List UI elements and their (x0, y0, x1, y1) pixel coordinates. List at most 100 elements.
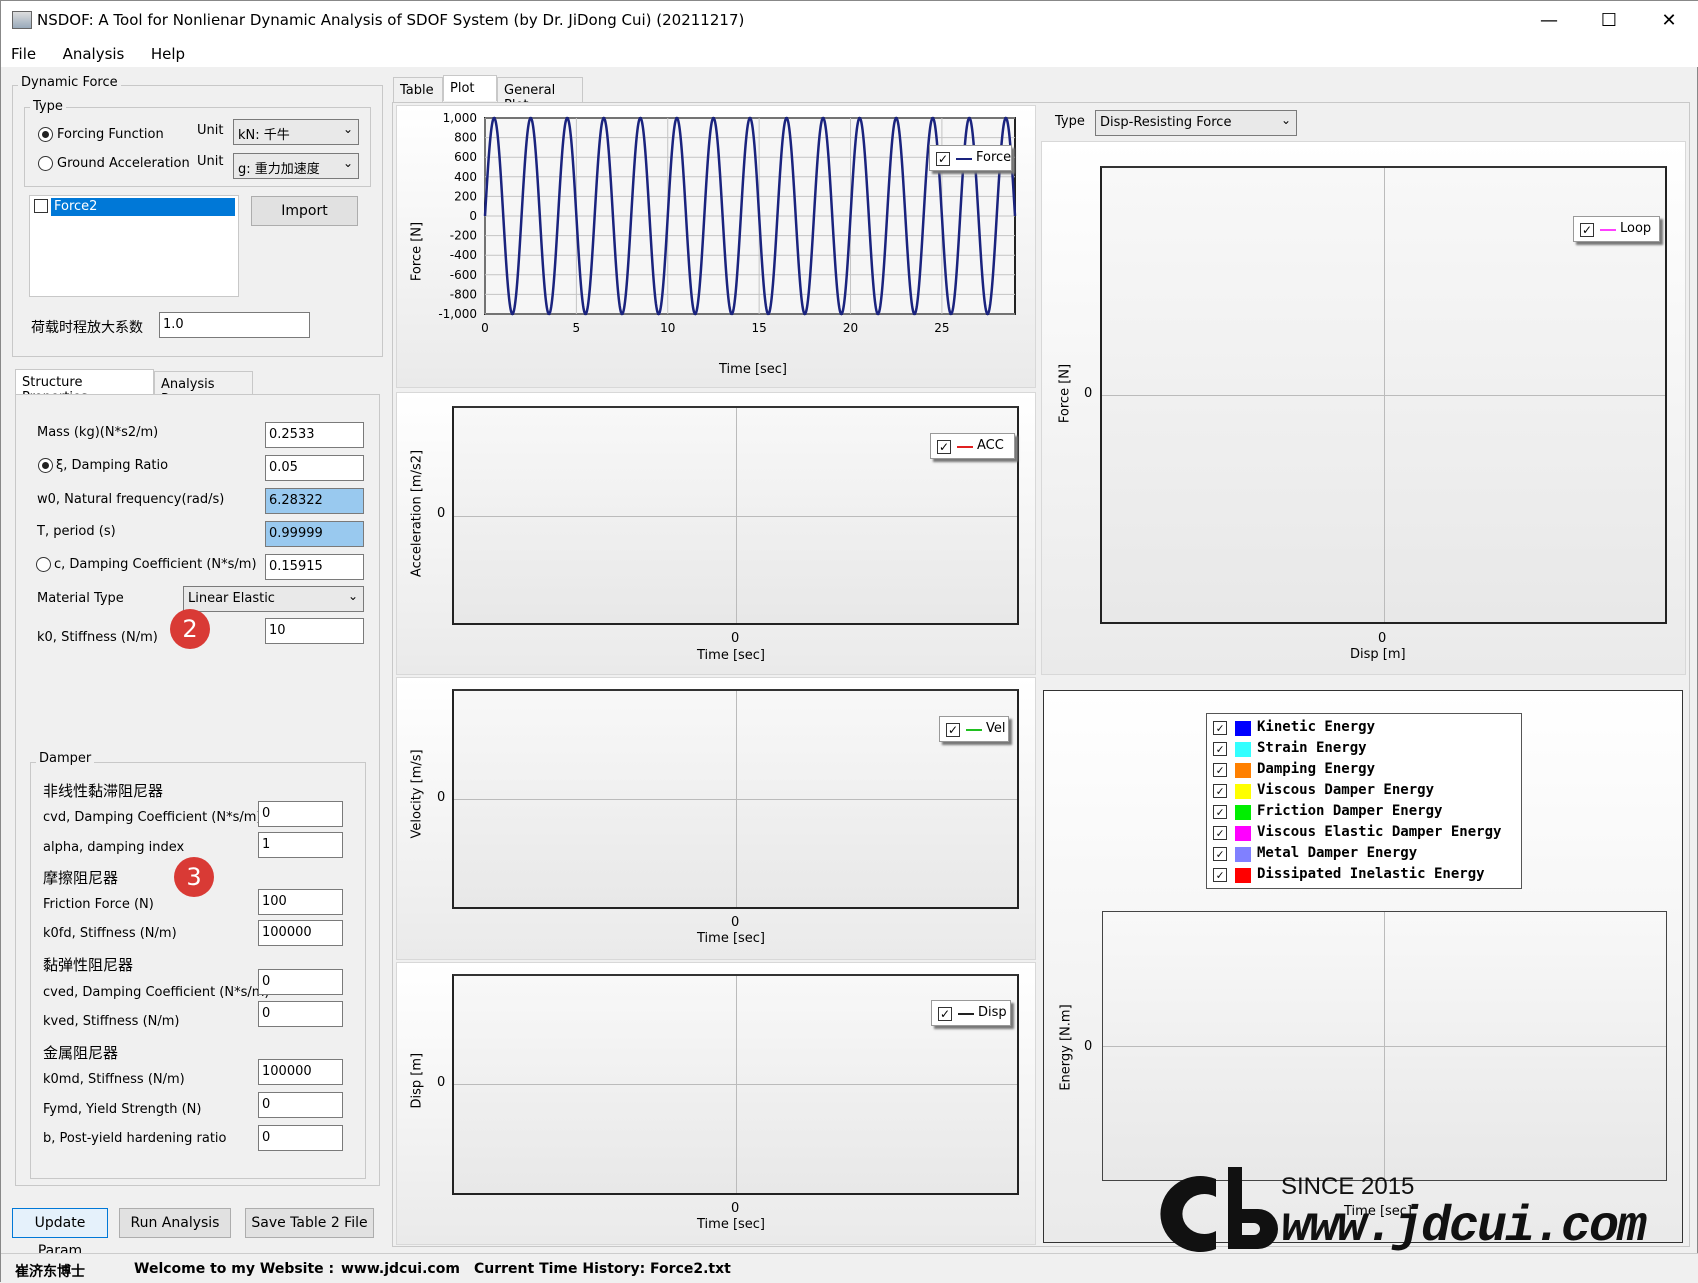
material-type-select[interactable]: Linear Elastic ⌄ (183, 586, 364, 612)
b-input[interactable]: 0 (258, 1125, 343, 1151)
disp-ylabel: Disp [m] (409, 1052, 425, 1109)
status-bar: 崔济东博士 Welcome to my Website : www.jdcui.… (1, 1253, 1698, 1283)
force-checkbox[interactable] (34, 199, 48, 213)
damping-ratio-input[interactable]: 0.05 (265, 455, 364, 481)
force-list[interactable]: Force2 (29, 195, 239, 297)
friction-force-input[interactable]: 100 (258, 889, 343, 915)
energy-legend-checkbox[interactable]: ✓ (1213, 847, 1227, 861)
maximize-button[interactable]: ☐ (1579, 1, 1639, 41)
energy-legend-checkbox[interactable]: ✓ (1213, 868, 1227, 882)
force-ytick: -400 (450, 248, 477, 262)
energy-legend-checkbox[interactable]: ✓ (1213, 742, 1227, 756)
energy-swatch (1235, 742, 1251, 757)
damping-ratio-radio[interactable] (38, 458, 53, 473)
update-param-button[interactable]: Update Param (12, 1208, 108, 1259)
force-ytick: -1,000 (438, 307, 477, 321)
k0md-label: k0md, Stiffness (N/m) (43, 1072, 185, 1087)
tab-table[interactable]: Table (393, 77, 443, 103)
energy-swatch (1235, 868, 1251, 883)
energy-legend-checkbox[interactable]: ✓ (1213, 721, 1227, 735)
chevron-down-icon: ⌄ (342, 156, 353, 170)
energy-legend-checkbox[interactable]: ✓ (1213, 826, 1227, 840)
loop-plot: 0 0 Force [N] Disp [m] ✓ Loop (1041, 141, 1686, 675)
material-type-label: Material Type (37, 591, 124, 606)
vel-legend-line (966, 729, 982, 731)
energy-legend-label: Dissipated Inelastic Energy (1257, 866, 1485, 882)
damping-coefficient-input[interactable]: 0.15915 (265, 554, 364, 580)
loop-legend-checkbox[interactable]: ✓ (1580, 223, 1594, 237)
energy-legend-checkbox[interactable]: ✓ (1213, 763, 1227, 777)
menu-help[interactable]: Help (151, 41, 185, 67)
energy-legend-checkbox[interactable]: ✓ (1213, 784, 1227, 798)
acc-legend: ✓ ACC (930, 433, 1015, 459)
accel-unit-select[interactable]: g: 重力加速度 ⌄ (233, 153, 359, 179)
cvd-input[interactable]: 0 (258, 801, 343, 827)
w0-input[interactable]: 6.28322 (265, 488, 364, 514)
scale-factor-input[interactable]: 1.0 (159, 312, 310, 338)
dynamic-force-label: Dynamic Force (18, 75, 121, 90)
fymd-label: Fymd, Yield Strength (N) (43, 1102, 202, 1117)
energy-legend-label: Viscous Elastic Damper Energy (1257, 824, 1502, 840)
close-button[interactable]: ✕ (1639, 1, 1698, 41)
damping-coefficient-radio[interactable] (36, 557, 51, 572)
energy-swatch (1235, 805, 1251, 820)
force-xtick: 15 (751, 321, 766, 335)
menu-file[interactable]: File (11, 41, 36, 67)
save-table-button[interactable]: Save Table 2 File (245, 1208, 374, 1238)
tab-structure-properties[interactable]: Structure Properties (15, 369, 154, 405)
energy-legend-label: Strain Energy (1257, 740, 1367, 756)
loop-ylabel: Force [N] (1057, 363, 1073, 424)
status-current-history: Current Time History: Force2.txt (474, 1261, 731, 1277)
tab-general-plot[interactable]: General Plot (497, 77, 583, 113)
acc-legend-line (957, 446, 973, 448)
force-unit-value: kN: 千牛 (238, 128, 290, 143)
fymd-input[interactable]: 0 (258, 1092, 343, 1118)
loop-type-label: Type (1055, 114, 1085, 129)
acc-ytick: 0 (437, 506, 446, 521)
ground-acceleration-radio[interactable] (38, 156, 53, 171)
cvd-label: cvd, Damping Coefficient (N*s/m) (43, 810, 262, 825)
energy-legend-label: Metal Damper Energy (1257, 845, 1418, 861)
force-ytick: -800 (450, 287, 477, 301)
status-author: 崔济东博士 (15, 1264, 85, 1280)
k0fd-label: k0fd, Stiffness (N/m) (43, 926, 177, 941)
acc-grid-h (454, 516, 1017, 517)
force-ytick: 400 (454, 170, 477, 184)
minimize-button[interactable]: — (1519, 1, 1579, 41)
metal-damper-title: 金属阻尼器 (43, 1044, 119, 1062)
menu-analysis[interactable]: Analysis (63, 41, 125, 67)
k0md-input[interactable]: 100000 (258, 1059, 343, 1085)
unit-label-2: Unit (197, 154, 224, 169)
damping-ratio-label: ξ, Damping Ratio (56, 458, 169, 473)
force-legend-line (956, 158, 972, 160)
forcing-function-label: Forcing Function (57, 127, 164, 142)
disp-legend-checkbox[interactable]: ✓ (938, 1007, 952, 1021)
disp-legend-label: Disp (978, 1005, 1007, 1020)
import-button[interactable]: Import (251, 196, 358, 226)
friction-force-label: Friction Force (N) (43, 897, 154, 912)
force-ytick: 200 (454, 189, 477, 203)
force-ytick: 600 (454, 150, 477, 164)
alpha-input[interactable]: 1 (258, 832, 343, 858)
period-input[interactable]: 0.99999 (265, 521, 364, 547)
k0-input[interactable]: 10 (265, 618, 364, 644)
force-legend-checkbox[interactable]: ✓ (936, 152, 950, 166)
tab-plot[interactable]: Plot (443, 75, 497, 101)
vel-legend-checkbox[interactable]: ✓ (946, 723, 960, 737)
k0fd-input[interactable]: 100000 (258, 920, 343, 946)
loop-ytick: 0 (1084, 386, 1093, 401)
status-website[interactable]: www.jdcui.com (341, 1261, 460, 1277)
list-item[interactable]: Force2 (54, 199, 97, 214)
force-unit-select[interactable]: kN: 千牛 ⌄ (233, 119, 359, 145)
w0-label: w0, Natural frequency(rad/s) (37, 492, 225, 507)
run-analysis-button[interactable]: Run Analysis (119, 1208, 231, 1238)
forcing-function-radio[interactable] (38, 127, 53, 142)
material-type-value: Linear Elastic (188, 591, 275, 606)
cved-input[interactable]: 0 (258, 969, 343, 995)
mass-input[interactable]: 0.2533 (265, 422, 364, 448)
energy-legend-checkbox[interactable]: ✓ (1213, 805, 1227, 819)
loop-type-select[interactable]: Disp-Resisting Force ⌄ (1095, 110, 1297, 136)
loop-legend: ✓ Loop (1573, 216, 1660, 242)
acc-legend-checkbox[interactable]: ✓ (937, 440, 951, 454)
kved-input[interactable]: 0 (258, 1001, 343, 1027)
